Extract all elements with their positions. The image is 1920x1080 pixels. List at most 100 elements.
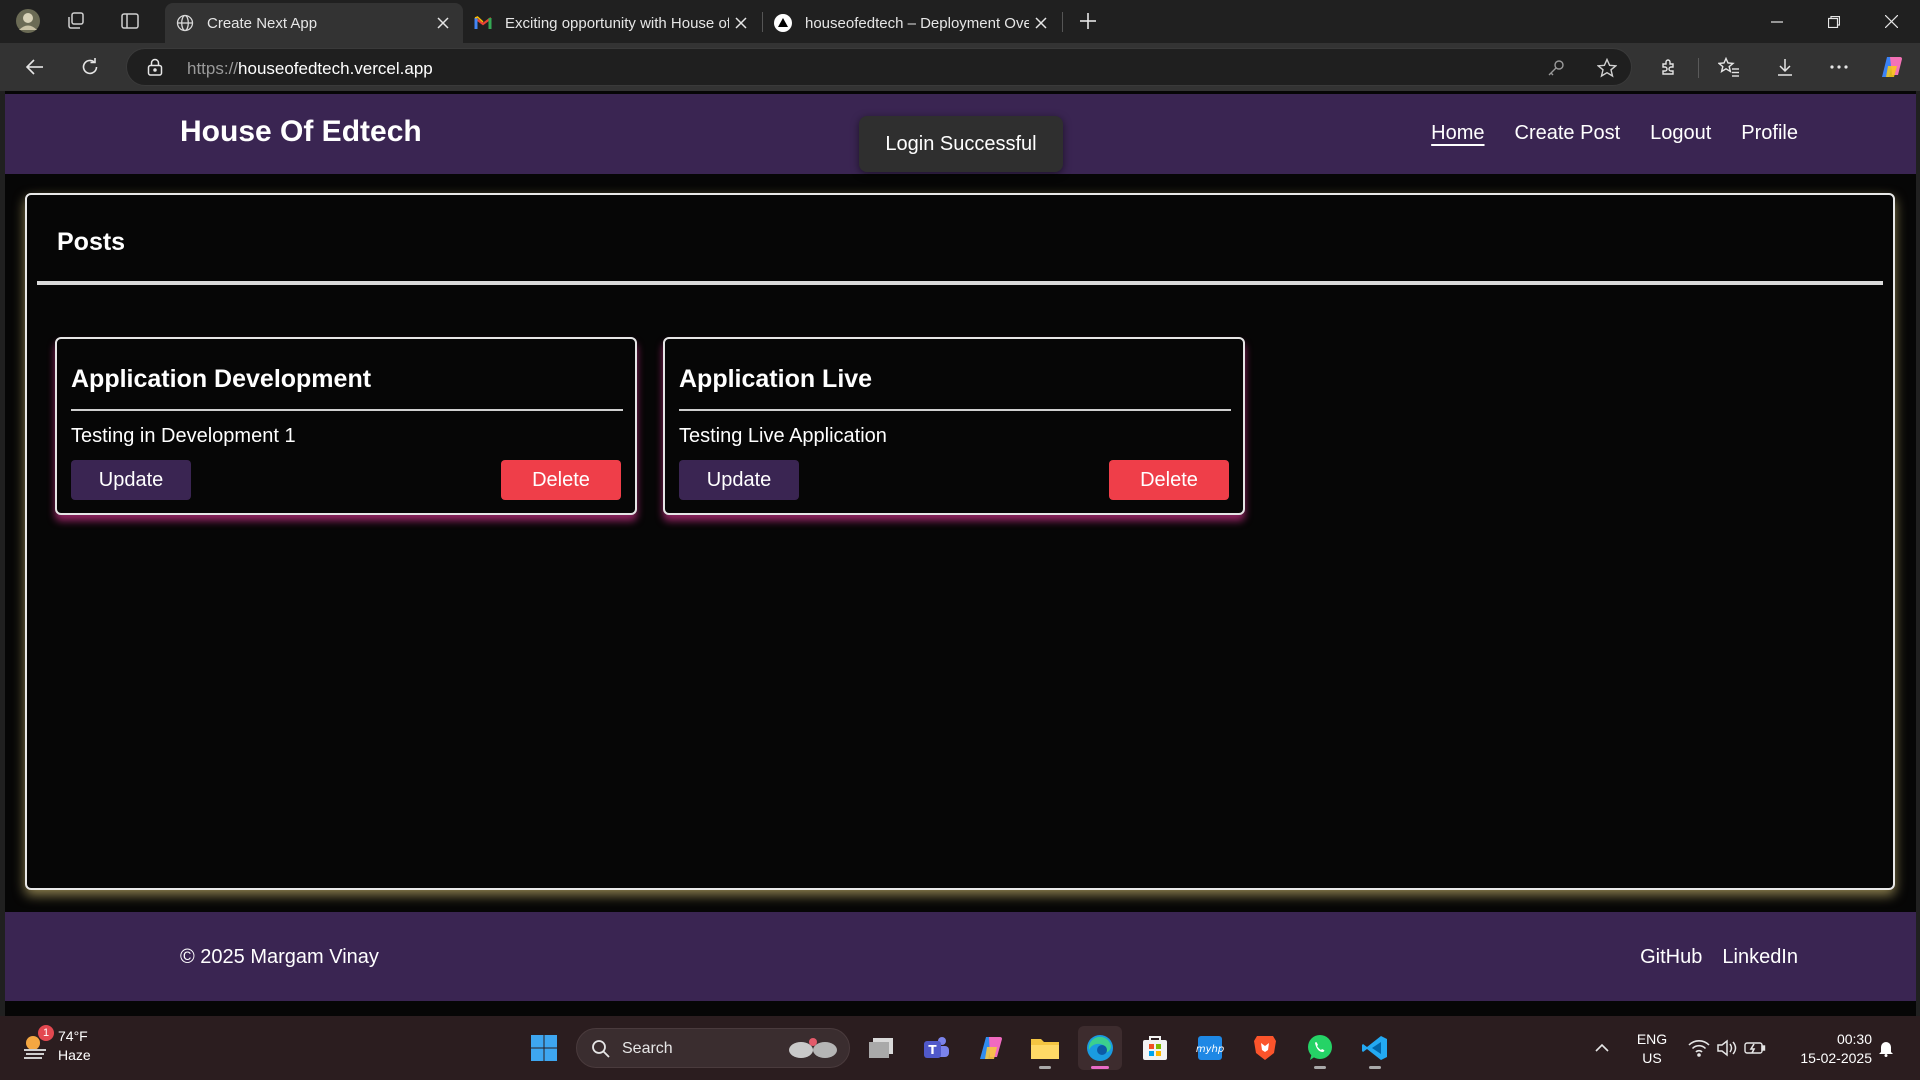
downloads-icon[interactable] xyxy=(1767,49,1803,85)
clock-time: 00:30 xyxy=(1836,1031,1872,1047)
task-view-icon xyxy=(869,1038,893,1058)
post-title: Application Development xyxy=(71,365,372,393)
store-icon xyxy=(1143,1036,1167,1060)
post-description: Testing in Development 1 xyxy=(71,425,296,447)
copyright-text: © 2025 Margam Vinay xyxy=(180,946,379,968)
tab-vercel[interactable]: houseofedtech – Deployment Overview xyxy=(763,3,1061,43)
close-window-icon[interactable] xyxy=(1862,0,1920,43)
language-code: ENG xyxy=(1636,1031,1668,1047)
teams-button[interactable]: T xyxy=(914,1026,958,1070)
running-indicator xyxy=(1091,1066,1109,1069)
posts-divider xyxy=(37,281,1883,285)
toolbar-divider xyxy=(1698,58,1699,78)
post-divider xyxy=(71,409,623,411)
teams-icon: T xyxy=(924,1037,949,1058)
password-key-icon[interactable] xyxy=(1544,56,1568,80)
whatsapp-button[interactable] xyxy=(1298,1026,1342,1070)
brave-button[interactable] xyxy=(1243,1026,1287,1070)
edge-icon xyxy=(1087,1035,1113,1061)
github-link[interactable]: GitHub xyxy=(1640,946,1702,969)
volume-icon xyxy=(1717,1039,1737,1057)
post-divider xyxy=(679,409,1231,411)
weather-temp: 74°F xyxy=(58,1028,88,1044)
file-explorer-button[interactable] xyxy=(1023,1026,1067,1070)
windows-taskbar: 1 74°F Haze Search T myhp ENG US 00:30 1… xyxy=(0,1016,1920,1080)
language-indicator[interactable]: ENG US xyxy=(1630,1030,1674,1068)
favorite-star-icon[interactable] xyxy=(1595,56,1619,80)
weather-desc: Haze xyxy=(58,1047,91,1063)
whatsapp-icon xyxy=(1308,1035,1332,1060)
clock-date: 15-02-2025 xyxy=(1800,1050,1872,1066)
workspaces-icon[interactable] xyxy=(60,6,92,36)
weather-widget[interactable]: 1 74°F Haze xyxy=(20,1025,91,1065)
new-tab-icon[interactable] xyxy=(1072,6,1104,36)
start-button[interactable] xyxy=(522,1026,566,1070)
posts-panel: Posts Application Development Testing in… xyxy=(25,193,1895,890)
running-indicator xyxy=(1314,1066,1326,1069)
vscode-button[interactable] xyxy=(1353,1026,1397,1070)
lock-icon[interactable] xyxy=(147,58,163,76)
post-title: Application Live xyxy=(679,365,873,393)
nav-create-post[interactable]: Create Post xyxy=(1515,122,1621,145)
url-text: https://houseofedtech.vercel.app xyxy=(187,59,433,79)
vercel-icon xyxy=(773,13,793,33)
region-code: US xyxy=(1642,1050,1662,1066)
tab-title: Exciting opportunity with House of Edtec… xyxy=(505,14,729,32)
brave-icon xyxy=(1254,1036,1276,1060)
battery-button[interactable] xyxy=(1739,1026,1771,1070)
myhp-icon: myhp xyxy=(1196,1036,1224,1060)
gmail-icon xyxy=(473,13,493,33)
nav-home[interactable]: Home xyxy=(1431,122,1484,145)
update-button[interactable]: Update xyxy=(679,460,799,500)
favorites-icon[interactable] xyxy=(1711,49,1747,85)
battery-charging-icon xyxy=(1744,1042,1766,1054)
close-tab-icon[interactable] xyxy=(1029,11,1053,35)
task-view-button[interactable] xyxy=(859,1026,903,1070)
refresh-icon[interactable] xyxy=(72,49,108,85)
tab-title: houseofedtech – Deployment Overview xyxy=(805,14,1029,32)
linkedin-link[interactable]: LinkedIn xyxy=(1722,946,1798,969)
vscode-icon xyxy=(1362,1036,1387,1060)
post-card: Application Live Testing Live Applicatio… xyxy=(663,337,1245,515)
url-scheme: https:// xyxy=(187,59,239,78)
login-toast: Login Successful xyxy=(859,116,1063,172)
running-indicator xyxy=(1369,1066,1381,1069)
more-menu-icon[interactable] xyxy=(1821,49,1857,85)
main-nav: Home Create Post Logout Profile xyxy=(1431,122,1798,145)
site-header: House Of Edtech Login Successful Home Cr… xyxy=(5,94,1916,174)
taskbar-search[interactable]: Search xyxy=(576,1028,850,1068)
folder-icon xyxy=(1031,1039,1059,1059)
site-brand[interactable]: House Of Edtech xyxy=(180,115,422,149)
hp-app-button[interactable]: myhp xyxy=(1188,1026,1232,1070)
store-button[interactable] xyxy=(1133,1026,1177,1070)
nav-logout[interactable]: Logout xyxy=(1650,122,1711,145)
footer-links: GitHub LinkedIn xyxy=(1640,946,1798,969)
tab-actions-icon[interactable] xyxy=(114,6,146,36)
browser-toolbar: https://houseofedtech.vercel.app xyxy=(0,43,1920,91)
nav-profile[interactable]: Profile xyxy=(1741,122,1798,145)
minimize-icon[interactable] xyxy=(1748,0,1806,43)
clock[interactable]: 00:30 15-02-2025 xyxy=(1782,1030,1872,1068)
copilot-icon[interactable] xyxy=(1874,49,1910,85)
copilot-app-button[interactable] xyxy=(969,1026,1013,1070)
notifications-button[interactable] xyxy=(1872,1026,1900,1070)
delete-button[interactable]: Delete xyxy=(1109,460,1229,500)
chevron-up-icon xyxy=(1595,1043,1609,1052)
search-label: Search xyxy=(622,1040,673,1057)
tab-gmail[interactable]: Exciting opportunity with House of Edtec… xyxy=(463,3,761,43)
close-tab-icon[interactable] xyxy=(431,11,455,35)
back-icon[interactable] xyxy=(17,49,53,85)
tab-separator xyxy=(1062,12,1063,32)
address-bar[interactable]: https://houseofedtech.vercel.app xyxy=(126,48,1632,86)
edge-button[interactable] xyxy=(1078,1026,1122,1070)
posts-heading: Posts xyxy=(57,228,126,256)
globe-icon xyxy=(175,13,195,33)
profile-avatar-icon[interactable] xyxy=(12,6,44,36)
tab-create-next-app[interactable]: Create Next App xyxy=(165,3,463,43)
restore-icon[interactable] xyxy=(1805,0,1863,43)
extensions-icon[interactable] xyxy=(1651,49,1687,85)
tray-overflow-button[interactable] xyxy=(1580,1026,1624,1070)
update-button[interactable]: Update xyxy=(71,460,191,500)
close-tab-icon[interactable] xyxy=(729,11,753,35)
delete-button[interactable]: Delete xyxy=(501,460,621,500)
